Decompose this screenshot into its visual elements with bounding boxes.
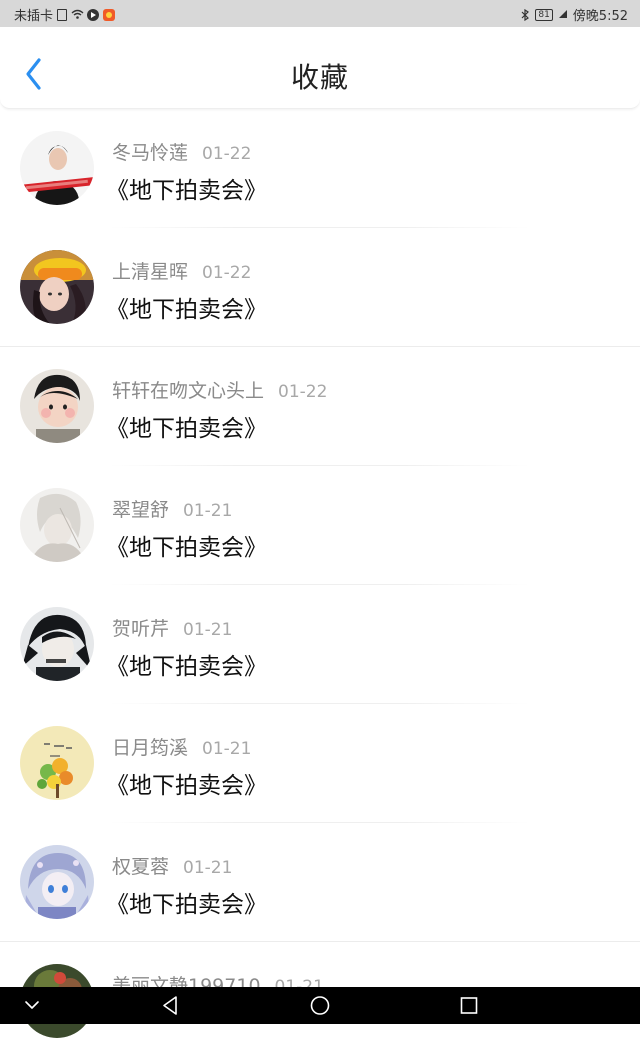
circle-home-icon <box>310 996 330 1015</box>
clock: 傍晚5:52 <box>572 9 628 24</box>
status-right: 81 傍晚5:52 <box>519 5 628 24</box>
avatar[interactable] <box>20 131 94 205</box>
username: 冬马怜莲 01-22 <box>112 138 251 165</box>
list-item[interactable]: 冬马怜莲 01-22 《地下拍卖会》 <box>0 109 640 228</box>
username-text: 权夏蓉 <box>112 856 170 878</box>
chevron-down-icon <box>25 1001 39 1009</box>
date: 01-21 <box>183 620 233 640</box>
username-text: 冬马怜莲 <box>112 142 189 164</box>
username-text: 日月筠溪 <box>112 737 189 759</box>
page-title: 收藏 <box>290 61 349 94</box>
media-play-icon <box>87 8 100 21</box>
list-item[interactable]: 贺听芹 01-21 《地下拍卖会》 <box>0 585 640 704</box>
favorites-list: 冬马怜莲 01-22 《地下拍卖会》 上清星晖 01-22 《地下拍卖会》 轩轩… <box>0 109 640 1061</box>
username: 上清星晖 01-22 <box>112 257 251 284</box>
item-title: 《地下拍卖会》 <box>106 535 267 561</box>
square-recent-icon <box>460 997 478 1014</box>
date: 01-21 <box>183 501 233 521</box>
username: 日月筠溪 01-21 <box>112 733 251 760</box>
list-item[interactable]: 日月筠溪 01-21 《地下拍卖会》 <box>0 704 640 823</box>
username: 贺听芹 01-21 <box>112 614 232 641</box>
header: 收藏 <box>0 27 640 109</box>
list-item[interactable]: 翠望舒 01-21 《地下拍卖会》 <box>0 466 640 585</box>
avatar[interactable] <box>20 369 94 443</box>
date: 01-22 <box>278 382 328 402</box>
status-left: 未插卡 <box>14 5 116 24</box>
date: 01-21 <box>183 858 233 878</box>
list-item[interactable]: 轩轩在吻文心头上 01-22 《地下拍卖会》 <box>0 347 640 466</box>
date: 01-21 <box>202 739 252 759</box>
app-notification-icon <box>103 8 116 21</box>
triangle-back-icon <box>163 996 177 1015</box>
username-text: 贺听芹 <box>112 618 170 640</box>
username: 轩轩在吻文心头上 01-22 <box>112 376 327 403</box>
date: 01-22 <box>202 144 252 164</box>
nav-home-button[interactable] <box>300 987 340 1024</box>
signal-icon <box>557 9 569 21</box>
list-item[interactable]: 权夏蓉 01-21 《地下拍卖会》 <box>0 823 640 942</box>
username-text: 上清星晖 <box>112 261 189 283</box>
carrier-label: 未插卡 <box>14 9 54 24</box>
item-title: 《地下拍卖会》 <box>106 178 267 204</box>
item-title: 《地下拍卖会》 <box>106 297 267 323</box>
date: 01-22 <box>202 263 252 283</box>
hide-nav-button[interactable] <box>12 987 52 1024</box>
username: 翠望舒 01-21 <box>112 495 232 522</box>
wifi-icon <box>71 9 84 21</box>
username-text: 轩轩在吻文心头上 <box>112 380 265 402</box>
item-title: 《地下拍卖会》 <box>106 654 267 680</box>
nav-back-button[interactable] <box>150 987 190 1024</box>
avatar[interactable] <box>20 845 94 919</box>
avatar[interactable] <box>20 488 94 562</box>
battery-icon: 81 <box>535 8 553 21</box>
username-text: 翠望舒 <box>112 499 170 521</box>
avatar[interactable] <box>20 250 94 324</box>
avatar[interactable] <box>20 726 94 800</box>
sim-icon <box>57 8 68 21</box>
list-item[interactable]: 上清星晖 01-22 《地下拍卖会》 <box>0 228 640 347</box>
nav-recent-button[interactable] <box>449 987 489 1024</box>
bluetooth-icon <box>519 8 531 21</box>
item-title: 《地下拍卖会》 <box>106 773 267 799</box>
avatar[interactable] <box>20 607 94 681</box>
item-title: 《地下拍卖会》 <box>106 416 267 442</box>
item-title: 《地下拍卖会》 <box>106 892 267 918</box>
status-bar: 未插卡 81 傍晚5:52 <box>0 0 640 27</box>
navigation-bar <box>0 987 640 1024</box>
username: 权夏蓉 01-21 <box>112 852 232 879</box>
